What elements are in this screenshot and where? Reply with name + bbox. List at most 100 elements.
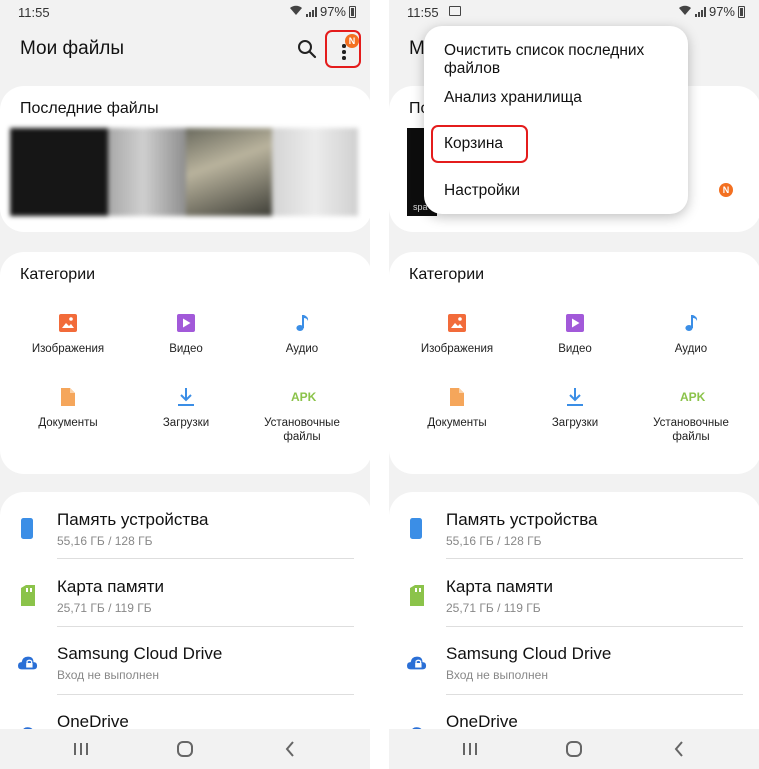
gallery-notification-icon <box>449 6 461 16</box>
phone-storage-icon <box>21 518 33 539</box>
battery-percent: 97% <box>319 4 346 19</box>
recent-file-thumbnail[interactable] <box>10 128 108 216</box>
recent-files-title[interactable]: Последние файлы <box>20 100 159 118</box>
back-button[interactable] <box>281 739 301 759</box>
storage-name: Samsung Cloud Drive <box>57 644 223 663</box>
signal-icon <box>305 6 317 17</box>
category-video[interactable]: Видео <box>520 312 630 356</box>
category-label: Документы <box>38 417 98 429</box>
status-bar: 11:55 97% <box>389 0 759 24</box>
more-options-button[interactable]: N <box>325 30 361 68</box>
storage-detail: 25,71 ГБ / 119 ГБ <box>446 601 541 615</box>
storage-name: Карта памяти <box>57 577 165 596</box>
storage-samsung-cloud[interactable]: Samsung Cloud Drive Вход не выполнен <box>0 626 370 692</box>
notification-badge: N <box>345 34 359 48</box>
music-note-icon <box>685 315 698 331</box>
category-images[interactable]: Изображения <box>13 312 123 356</box>
status-icons: 97% <box>678 4 745 19</box>
category-documents[interactable]: Документы <box>13 386 123 430</box>
storage-device[interactable]: Память устройства 55,16 ГБ / 128 ГБ <box>0 492 370 558</box>
home-button[interactable] <box>175 739 195 759</box>
signal-icon <box>694 6 706 17</box>
category-label: Аудио <box>285 343 319 355</box>
sd-card-icon <box>410 585 424 606</box>
music-note-icon <box>296 315 309 331</box>
video-icon <box>177 314 195 332</box>
storage-detail: 55,16 ГБ / 128 ГБ <box>57 534 153 548</box>
storage-name: Память устройства <box>57 510 209 529</box>
apk-icon: APK <box>680 390 706 404</box>
category-label: Документы <box>427 417 487 429</box>
cloud-icon <box>407 656 427 670</box>
storage-card: Память устройства 55,16 ГБ / 128 ГБ Карт… <box>389 492 759 752</box>
apk-icon: APK <box>291 390 317 404</box>
storage-detail: 55,16 ГБ / 128 ГБ <box>446 534 542 548</box>
wifi-icon <box>289 5 303 19</box>
category-label: Загрузки <box>551 417 599 429</box>
storage-samsung-cloud[interactable]: Samsung Cloud Drive Вход не выполнен <box>389 626 759 692</box>
battery-percent: 97% <box>708 4 735 19</box>
recent-file-thumbnail[interactable] <box>108 128 186 216</box>
recent-files-card: Последние файлы <box>0 86 370 232</box>
more-vert-icon <box>342 44 346 62</box>
home-icon <box>566 741 582 757</box>
menu-item-settings[interactable]: Настройки <box>444 182 520 200</box>
overflow-menu: Очистить список последних файлов Анализ … <box>424 26 733 214</box>
category-install-files[interactable]: APK Установочные файлы <box>636 386 746 444</box>
category-label: Изображения <box>31 343 105 355</box>
category-install-files[interactable]: APK Установочные файлы <box>247 386 357 444</box>
category-label: Видео <box>558 343 592 355</box>
back-icon <box>285 741 294 757</box>
category-label: Видео <box>169 343 203 355</box>
document-icon <box>61 388 75 406</box>
categories-title: Категории <box>20 266 96 283</box>
recent-file-thumbnail[interactable] <box>186 128 272 216</box>
image-icon <box>448 314 466 332</box>
category-images[interactable]: Изображения <box>402 312 512 356</box>
recent-file-thumbnail[interactable] <box>272 128 358 216</box>
storage-device[interactable]: Память устройства 55,16 ГБ / 128 ГБ <box>389 492 759 558</box>
battery-icon <box>738 5 745 18</box>
cloud-icon <box>18 656 38 670</box>
storage-detail: Вход не выполнен <box>57 668 159 682</box>
category-label: Установочные файлы <box>653 417 729 443</box>
category-audio[interactable]: Аудио <box>247 312 357 356</box>
menu-item-trash[interactable]: Корзина <box>444 135 503 153</box>
category-label: Аудио <box>674 343 708 355</box>
storage-sd-card[interactable]: Карта памяти 25,71 ГБ / 119 ГБ <box>0 559 370 625</box>
menu-item-clear-recent[interactable]: Очистить список последних файлов <box>444 42 688 78</box>
search-button[interactable] <box>296 38 320 62</box>
image-icon <box>59 314 77 332</box>
status-time: 11:55 <box>407 5 439 20</box>
home-icon <box>177 741 193 757</box>
category-downloads[interactable]: Загрузки <box>520 386 630 430</box>
storage-detail: 25,71 ГБ / 119 ГБ <box>57 601 152 615</box>
navigation-bar <box>389 729 759 769</box>
menu-item-storage-analysis[interactable]: Анализ хранилища <box>444 89 582 107</box>
app-bar: Мои файлы N <box>0 24 370 80</box>
recents-button[interactable] <box>71 739 91 759</box>
battery-icon <box>349 5 356 18</box>
back-button[interactable] <box>670 739 690 759</box>
category-video[interactable]: Видео <box>131 312 241 356</box>
home-button[interactable] <box>564 739 584 759</box>
phone-screen-left: 11:55 97% Мои файлы N Последние файлы Ка… <box>0 0 370 769</box>
storage-name: Память устройства <box>446 510 598 529</box>
recents-button[interactable] <box>460 739 480 759</box>
document-icon <box>450 388 464 406</box>
category-documents[interactable]: Документы <box>402 386 512 430</box>
storage-sd-card[interactable]: Карта памяти 25,71 ГБ / 119 ГБ <box>389 559 759 625</box>
sd-card-icon <box>21 585 35 606</box>
category-label: Установочные файлы <box>264 417 340 443</box>
category-label: Изображения <box>420 343 494 355</box>
recents-icon <box>74 743 88 755</box>
categories-card: Категории Изображения Видео Аудио Докуме… <box>389 252 759 474</box>
category-audio[interactable]: Аудио <box>636 312 746 356</box>
back-icon <box>674 741 683 757</box>
category-downloads[interactable]: Загрузки <box>131 386 241 430</box>
navigation-bar <box>0 729 370 769</box>
status-time: 11:55 <box>18 5 50 20</box>
categories-card: Категории Изображения Видео Аудио Докуме… <box>0 252 370 474</box>
storage-name: Samsung Cloud Drive <box>446 644 612 663</box>
category-label: Загрузки <box>162 417 210 429</box>
